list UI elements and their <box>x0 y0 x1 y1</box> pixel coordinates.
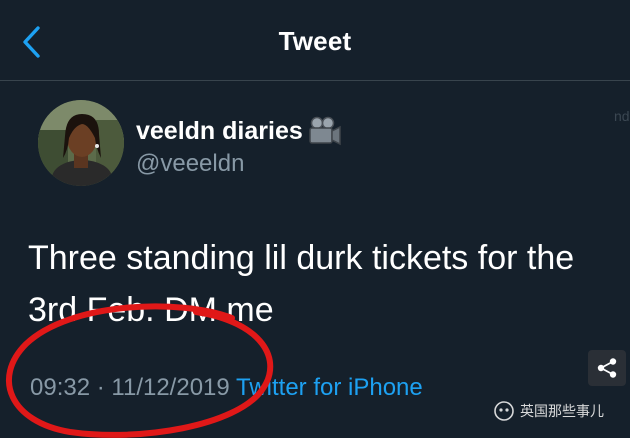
tweet-date: 11/12/2019 <box>111 374 230 401</box>
share-icon <box>597 358 617 378</box>
movie-camera-icon <box>309 116 341 146</box>
edge-partial-text: nd <box>614 108 630 124</box>
meta-separator: · <box>96 374 105 401</box>
tweet-source-link[interactable]: Twitter for iPhone <box>236 374 423 401</box>
tweet-text: Three standing lil durk tickets for the … <box>28 239 575 329</box>
tweet-meta: 09:32 · 11/12/2019 Twitter for iPhone <box>30 374 423 402</box>
watermark-text: 英国那些事儿 <box>520 403 604 419</box>
share-button[interactable] <box>588 350 626 386</box>
wechat-logo-icon <box>494 401 514 421</box>
navigation-bar: Tweet <box>0 0 630 81</box>
page-title: Tweet <box>278 26 352 56</box>
watermark: 英国那些事儿 <box>494 396 604 426</box>
author-handle[interactable]: @veeeldn <box>136 150 244 178</box>
avatar[interactable] <box>38 100 124 186</box>
tweet-time: 09:32 <box>30 374 91 401</box>
author-display-name[interactable]: veeldn diaries <box>136 117 303 146</box>
avatar-photo <box>38 100 124 186</box>
author-name-row: veeldn diaries <box>136 114 341 148</box>
